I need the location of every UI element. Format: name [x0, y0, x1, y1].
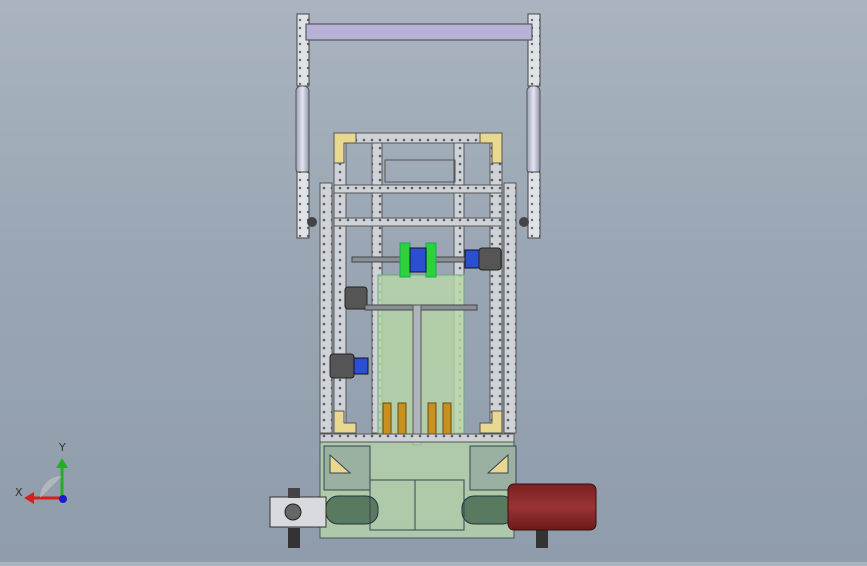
cross-rail-2	[333, 217, 503, 227]
top-lift-assembly	[295, 13, 541, 239]
triad-y-label: Y	[59, 441, 66, 454]
right-lower-mast	[527, 171, 541, 239]
coordinate-triad	[24, 458, 68, 504]
lower-coupler	[353, 357, 369, 375]
base-top-rail	[319, 433, 515, 443]
right-hydraulic-cylinder	[526, 85, 541, 175]
right-green-gear	[425, 242, 437, 278]
top-right-motor	[478, 247, 502, 271]
outer-right-rail	[503, 182, 517, 434]
left-pivot	[307, 217, 317, 227]
vertical-shaft	[412, 304, 422, 446]
left-hydraulic-cylinder	[295, 85, 310, 175]
blue-hub	[409, 247, 427, 273]
mid-left-motor	[344, 286, 368, 310]
inner-left-rail	[333, 132, 347, 434]
lower-left-motor	[329, 353, 355, 379]
top-crossbar	[305, 23, 533, 41]
top-frame-rail	[333, 132, 503, 144]
inner-right-rail	[489, 132, 503, 434]
right-pivot	[519, 217, 529, 227]
left-lower-mast	[296, 171, 310, 239]
left-green-gear	[399, 242, 411, 278]
drive-motor-red	[507, 483, 597, 531]
right-bottom-wheel	[536, 528, 548, 548]
right-wheel	[461, 495, 515, 525]
center-bracket	[384, 159, 456, 183]
motor-coupler	[464, 249, 480, 269]
cross-rail-1	[333, 184, 503, 194]
drivetrain	[269, 433, 597, 548]
cad-viewport[interactable]: X Y	[0, 0, 867, 562]
outer-left-rail	[319, 182, 333, 434]
z-axis	[59, 495, 67, 503]
triad-x-label: X	[15, 486, 23, 499]
left-bottom-wheel	[288, 528, 300, 548]
robot-assembly-drawing	[24, 13, 597, 548]
